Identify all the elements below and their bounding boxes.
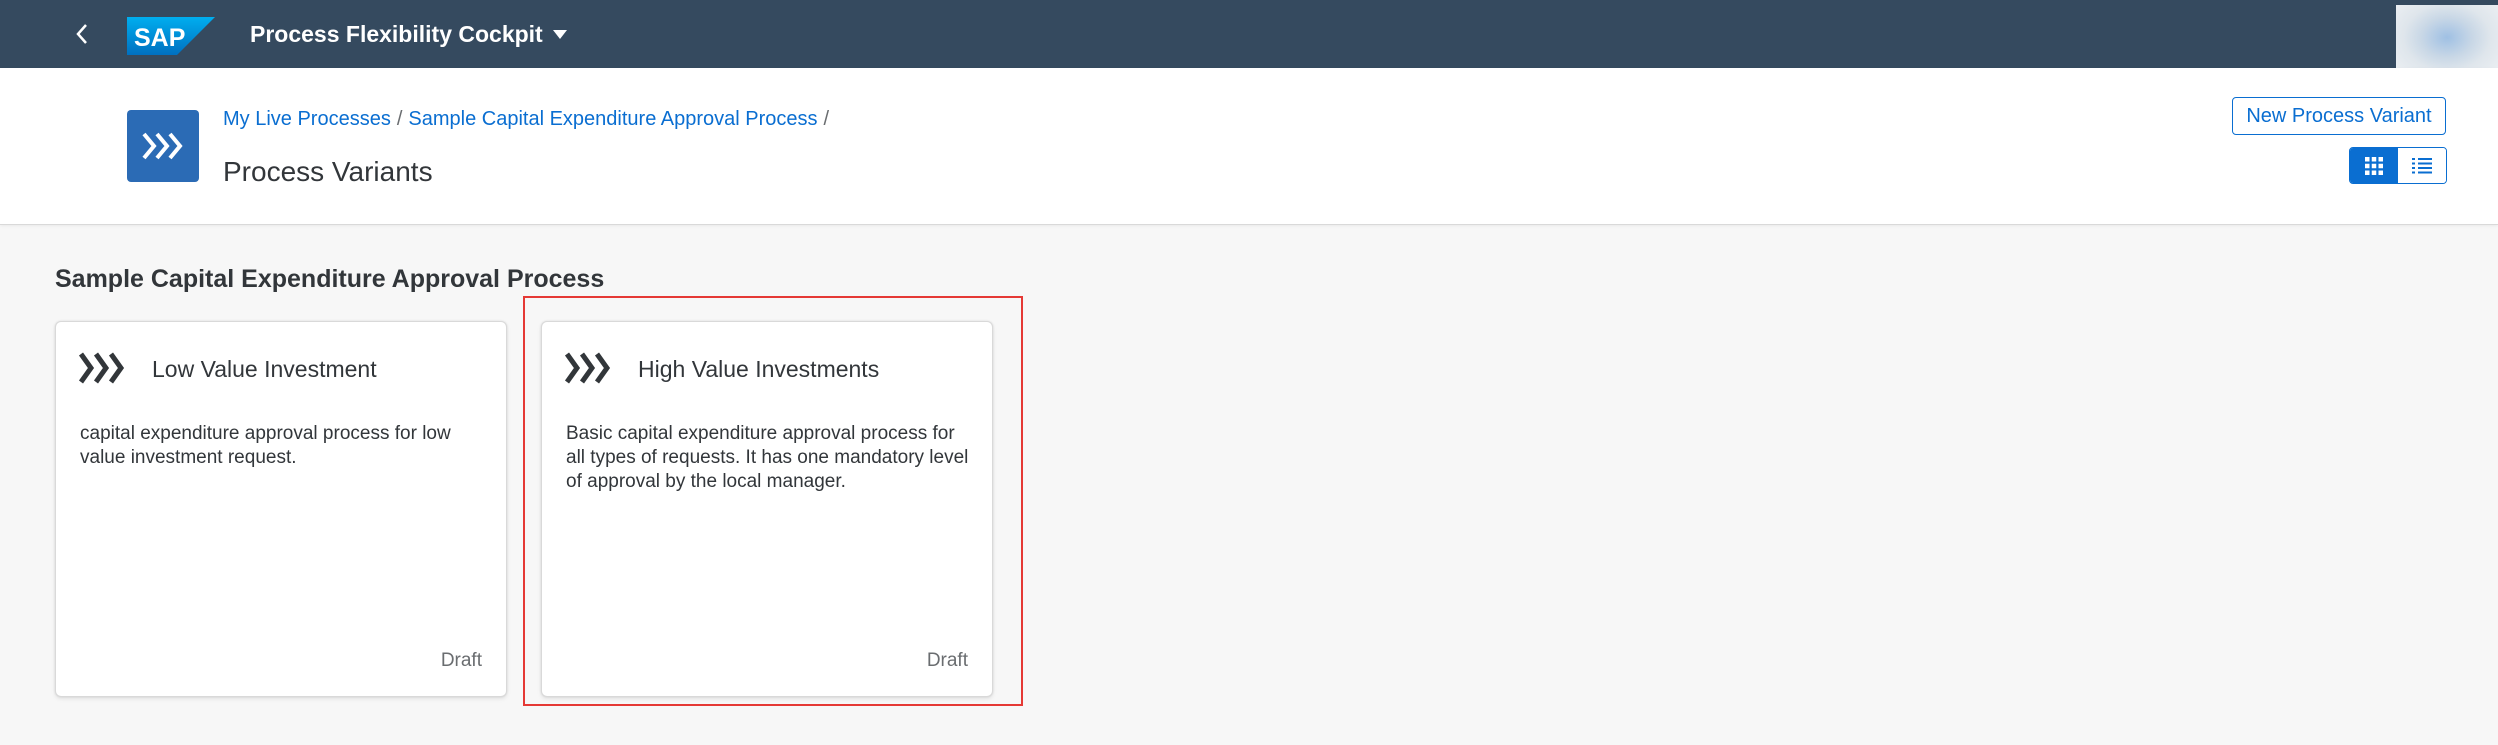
shell-bar: SAP Process Flexibility Cockpit bbox=[0, 0, 2498, 77]
svg-text:SAP: SAP bbox=[134, 24, 185, 52]
grid-view-button[interactable] bbox=[2350, 148, 2398, 183]
back-icon bbox=[76, 24, 87, 44]
new-process-variant-button[interactable]: New Process Variant bbox=[2232, 97, 2446, 135]
page-header: My Live Processes / Sample Capital Expen… bbox=[0, 68, 2498, 225]
list-view-button[interactable] bbox=[2398, 148, 2446, 183]
card-status: Draft bbox=[440, 650, 482, 671]
breadcrumb-link-my-live-processes[interactable]: My Live Processes bbox=[223, 108, 391, 131]
dropdown-caret-icon bbox=[552, 29, 567, 39]
sap-logo[interactable]: SAP bbox=[127, 17, 215, 55]
variant-card-low-value-investment[interactable]: Low Value Investment capital expenditure… bbox=[55, 321, 507, 697]
grid-view-icon bbox=[2365, 156, 2383, 175]
card-description: capital expenditure approval process for… bbox=[80, 423, 451, 468]
process-chevrons-icon bbox=[78, 352, 125, 384]
avatar[interactable] bbox=[2396, 5, 2498, 77]
breadcrumb: My Live Processes / Sample Capital Expen… bbox=[223, 108, 835, 131]
back-button[interactable] bbox=[64, 18, 100, 50]
breadcrumb-separator: / bbox=[396, 108, 403, 130]
section-title: Sample Capital Expenditure Approval Proc… bbox=[55, 265, 605, 293]
card-title: Low Value Investment bbox=[152, 356, 377, 382]
app-title: Process Flexibility Cockpit bbox=[250, 20, 543, 47]
breadcrumb-separator: / bbox=[823, 108, 830, 130]
list-view-icon bbox=[2412, 157, 2432, 173]
app-title-menu[interactable]: Process Flexibility Cockpit bbox=[250, 18, 567, 50]
process-variant-icon bbox=[127, 110, 199, 182]
view-mode-toggle bbox=[2349, 147, 2447, 184]
breadcrumb-link-sample-process[interactable]: Sample Capital Expenditure Approval Proc… bbox=[408, 108, 817, 131]
highlight-box bbox=[523, 296, 1023, 706]
page-title: Process Variants bbox=[223, 156, 433, 187]
